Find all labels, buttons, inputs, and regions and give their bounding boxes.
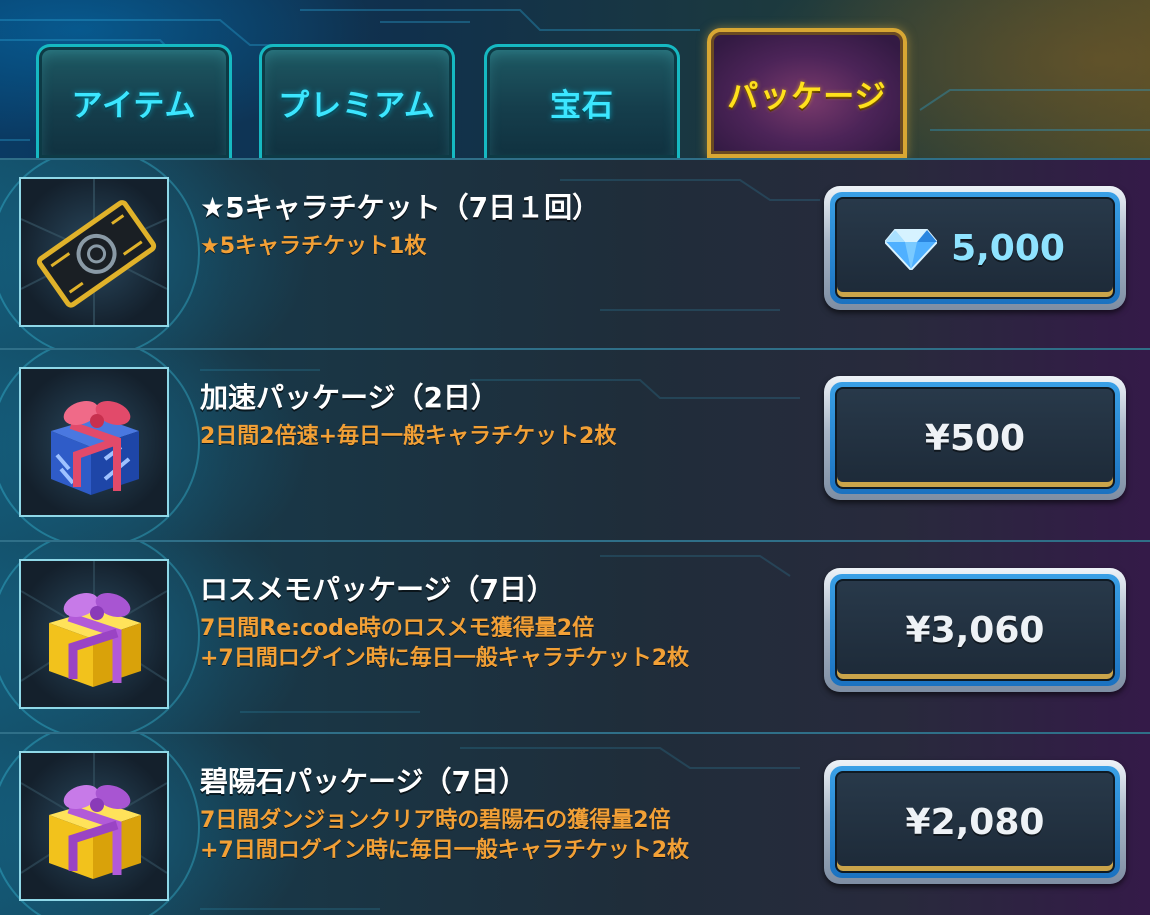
list-item: ★5キャラチケット（7日１回） ★5キャラチケット1枚 5,000 xyxy=(0,158,1150,348)
list-item: 加速パッケージ（2日） 2日間2倍速+毎日一般キャラチケット2枚 ¥500 xyxy=(0,348,1150,540)
product-title: ロスメモパッケージ（7日） xyxy=(200,573,555,606)
tab-jewel[interactable]: 宝石 xyxy=(484,44,680,158)
product-title: 碧陽石パッケージ（7日） xyxy=(200,765,527,798)
product-icon-frame xyxy=(19,751,169,901)
golden-ticket-icon xyxy=(21,179,167,325)
product-description: ★5キャラチケット1枚 xyxy=(200,234,427,259)
yellow-gift-box-icon xyxy=(21,561,167,687)
list-item: ロスメモパッケージ（7日） 7日間Re:code時のロスメモ獲得量2倍 +7日間… xyxy=(0,540,1150,732)
tab-item-label: アイテム xyxy=(71,88,197,124)
product-icon-frame xyxy=(19,559,169,709)
product-description: 7日間ダンジョンクリア時の碧陽石の獲得量2倍 +7日間ログイン時に毎日一般キャラ… xyxy=(200,808,690,863)
price-label: ¥500 xyxy=(924,417,1026,459)
purchase-button[interactable]: ¥3,060 xyxy=(824,568,1126,692)
tab-jewel-label: 宝石 xyxy=(550,88,614,124)
price-label: ¥2,080 xyxy=(905,801,1045,843)
purchase-button[interactable]: ¥2,080 xyxy=(824,760,1126,884)
yellow-gift-box-icon xyxy=(21,753,167,879)
product-icon-frame xyxy=(19,367,169,517)
package-list: ★5キャラチケット（7日１回） ★5キャラチケット1枚 5,000 加速パッケー… xyxy=(0,158,1150,915)
tab-premium-label: プレミアム xyxy=(278,88,436,124)
product-title: 加速パッケージ（2日） xyxy=(200,381,499,414)
blue-gift-box-icon xyxy=(51,400,139,495)
tab-package[interactable]: パッケージ xyxy=(707,28,907,158)
tab-item[interactable]: アイテム xyxy=(36,44,232,158)
tab-premium[interactable]: プレミアム xyxy=(259,44,455,158)
product-icon-frame xyxy=(19,177,169,327)
purchase-button[interactable]: ¥500 xyxy=(824,376,1126,500)
product-title: ★5キャラチケット（7日１回） xyxy=(200,191,601,224)
price-label: ¥3,060 xyxy=(905,609,1045,651)
price-label: 5,000 xyxy=(951,227,1065,269)
product-description: 2日間2倍速+毎日一般キャラチケット2枚 xyxy=(200,424,617,449)
tab-package-label: パッケージ xyxy=(727,78,887,115)
shop-header: アイテム プレミアム 宝石 パッケージ xyxy=(0,0,1150,158)
list-item: 碧陽石パッケージ（7日） 7日間ダンジョンクリア時の碧陽石の獲得量2倍 +7日間… xyxy=(0,732,1150,915)
blue-gem-icon xyxy=(885,229,938,270)
purchase-button[interactable]: 5,000 xyxy=(824,186,1126,310)
product-description: 7日間Re:code時のロスメモ獲得量2倍 +7日間ログイン時に毎日一般キャラチ… xyxy=(200,616,690,671)
